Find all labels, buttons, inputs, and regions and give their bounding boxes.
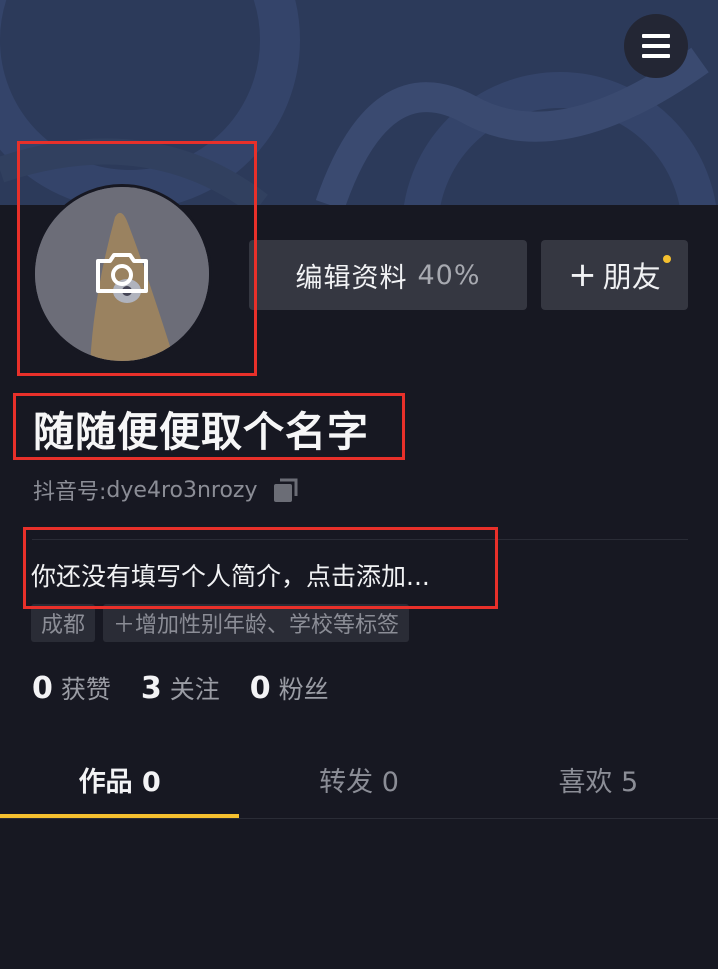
stat-followers-label: 粉丝 [278,675,329,704]
copy-id-button[interactable] [272,476,300,504]
stat-likes[interactable]: 0 获赞 [32,670,111,706]
douyin-id-row: 抖音号: dye4ro3nrozy [33,474,300,506]
content-tabs: 作品 0 转发 0 喜欢 5 [0,740,718,819]
bio-placeholder[interactable]: 你还没有填写个人简介，点击添加... [31,557,430,593]
stat-followers[interactable]: 0 粉丝 [250,670,329,706]
stat-following-count: 3 [140,671,162,706]
douyin-id-label: 抖音号: [33,480,107,505]
camera-icon [96,253,148,293]
avatar[interactable] [32,184,212,364]
add-friend-button[interactable]: + 朋友 [541,240,688,310]
stat-following[interactable]: 3 关注 [141,670,220,706]
nickname[interactable]: 随随便便取个名字 [33,398,369,458]
plus-icon: + [568,255,597,295]
tab-works[interactable]: 作品 0 [0,740,240,818]
stat-likes-label: 获赞 [60,675,111,704]
stats-row: 0 获赞 3 关注 0 粉丝 [32,670,359,706]
profile-completion-percent: 40% [417,259,481,291]
edit-profile-label: 编辑资料 [295,262,408,294]
notification-dot [663,255,671,263]
tab-reposts[interactable]: 转发 0 [239,740,478,818]
add-friend-label: 朋友 [602,260,661,294]
tab-likes[interactable]: 喜欢 5 [479,740,718,818]
stat-followers-count: 0 [249,671,271,706]
stat-likes-count: 0 [32,671,53,706]
cover-pattern [0,0,718,205]
tag-list: 成都 ＋增加性别年龄、学校等标签 [31,604,410,642]
location-tag[interactable]: 成都 [31,604,96,642]
cover-image[interactable] [0,0,718,205]
menu-button[interactable] [624,14,688,78]
add-tags-button[interactable]: ＋增加性别年龄、学校等标签 [103,604,410,642]
divider [32,539,688,540]
stat-following-label: 关注 [169,675,220,704]
douyin-id-value: dye4ro3nrozy [106,477,258,503]
hamburger-menu-icon [642,34,670,58]
edit-profile-button[interactable]: 编辑资料 40% [249,240,527,310]
copy-icon [273,478,297,502]
